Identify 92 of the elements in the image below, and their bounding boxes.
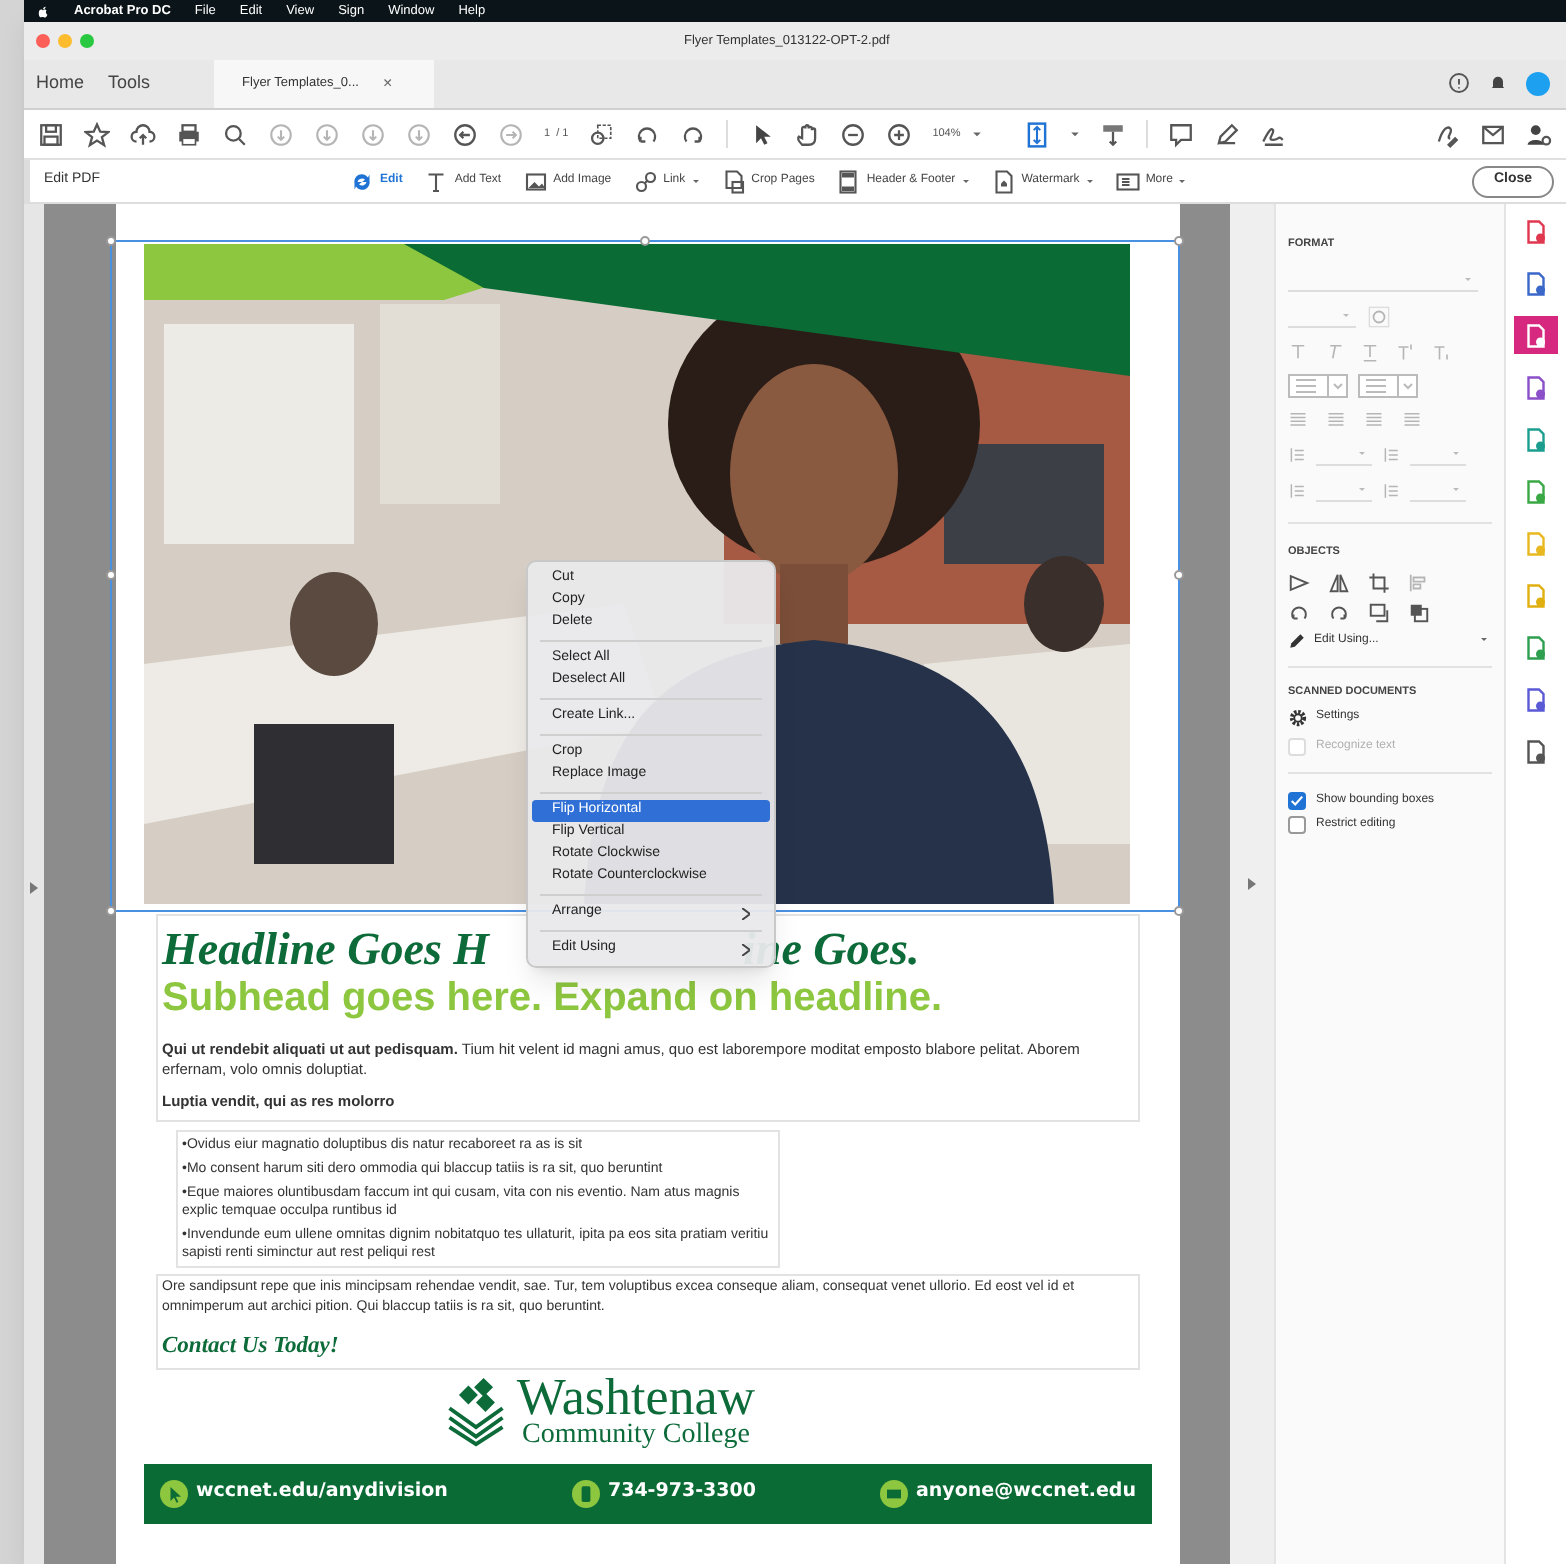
resize-handle[interactable] [1174, 570, 1184, 580]
headline: Headline Goes H [162, 922, 490, 978]
line-spacing-icon[interactable] [1288, 445, 1306, 464]
resize-handle[interactable] [1174, 236, 1184, 246]
collapse-arrow-icon[interactable] [1248, 878, 1256, 890]
caret-icon[interactable] [1070, 129, 1081, 139]
close-window-button[interactable] [36, 34, 50, 48]
previous-page-icon[interactable] [452, 121, 478, 147]
text-format-icon[interactable] [1324, 342, 1344, 363]
checkbox[interactable] [1288, 791, 1306, 810]
scroll-mode-icon[interactable] [1100, 121, 1127, 147]
logo-wordmark: Washtenaw [516, 1372, 756, 1424]
mail-icon[interactable] [1480, 121, 1506, 147]
align-icon[interactable] [1326, 410, 1346, 431]
hand-icon[interactable] [794, 121, 821, 147]
tool-button[interactable] [1514, 316, 1558, 354]
comment-icon[interactable] [1168, 121, 1195, 147]
align-objects-icon[interactable] [1408, 571, 1430, 593]
contact-text: 734-973-3300 [607, 1478, 756, 1507]
image-icon [523, 169, 548, 193]
list-icon[interactable] [1288, 374, 1348, 399]
save-icon[interactable] [38, 121, 64, 147]
apple-icon[interactable] [36, 3, 50, 19]
text-format-icon[interactable] [1288, 342, 1308, 363]
header-footer-icon [836, 169, 861, 193]
arrow-circle-icon[interactable] [406, 121, 432, 147]
upload-icon[interactable] [130, 121, 156, 147]
close-tab-button[interactable]: × [382, 71, 393, 95]
font-scale-icon[interactable] [1288, 481, 1306, 500]
pencil-icon [1288, 631, 1306, 649]
phone-icon [571, 1479, 600, 1507]
resize-handle[interactable] [106, 906, 116, 916]
caret-icon[interactable] [972, 129, 983, 139]
fill-sign-icon[interactable] [1434, 121, 1460, 147]
subhead: Subhead goes here. Expand on headline. [162, 974, 945, 1022]
edit-icon [350, 169, 374, 193]
list-icon[interactable] [1358, 374, 1418, 399]
envelope-icon [879, 1479, 908, 1507]
fit-page-icon[interactable] [1024, 121, 1051, 147]
align-icon[interactable] [1402, 410, 1422, 431]
more-icon [1115, 169, 1140, 193]
align-icon[interactable] [1364, 410, 1384, 431]
share-icon[interactable] [1526, 121, 1552, 147]
text-icon [424, 169, 449, 193]
rotate-left-icon[interactable] [634, 121, 661, 147]
contact-text: anyone@wccnet.edu [915, 1478, 1136, 1507]
text-format-icon[interactable] [1396, 342, 1416, 363]
expand-arrow-icon[interactable] [30, 882, 38, 894]
logo-subtitle: Community College [522, 1422, 750, 1450]
align-icon[interactable] [1288, 410, 1308, 431]
gear-icon [1288, 707, 1308, 728]
document-icon [1524, 323, 1548, 347]
char-spacing-icon[interactable] [1382, 481, 1400, 500]
zoom-button[interactable] [80, 34, 94, 48]
pen-icon[interactable] [1214, 121, 1241, 147]
caret-icon [1480, 636, 1488, 644]
text-format-icon[interactable] [1360, 342, 1380, 363]
resize-handle[interactable] [106, 236, 116, 246]
cursor-icon [160, 1479, 188, 1507]
resize-handle[interactable] [640, 236, 650, 246]
zoom-in-icon[interactable] [886, 121, 913, 147]
watermark-icon [991, 169, 1016, 193]
avatar[interactable] [1526, 71, 1550, 95]
rotate-right-icon[interactable] [680, 121, 707, 147]
next-page-icon[interactable] [498, 121, 524, 147]
contact-heading: Contact Us Today! [162, 1332, 341, 1363]
link-icon [633, 169, 658, 193]
print-icon[interactable] [176, 121, 202, 147]
rotate-right-icon[interactable] [1328, 601, 1350, 623]
replace-image-icon[interactable] [1368, 601, 1390, 623]
select-area-icon[interactable] [588, 121, 615, 147]
crop-page-icon [721, 169, 746, 193]
info-icon[interactable] [1368, 305, 1390, 328]
arrow-circle-icon[interactable] [268, 121, 294, 147]
resize-handle[interactable] [106, 570, 116, 580]
arrow-circle-icon[interactable] [360, 121, 386, 147]
tab[interactable]: Tools [96, 58, 163, 108]
resize-handle[interactable] [1174, 906, 1184, 916]
arrow-circle-icon[interactable] [314, 121, 340, 147]
checkbox[interactable] [1288, 815, 1306, 834]
help-icon[interactable] [1448, 72, 1470, 94]
check-icon [1290, 793, 1304, 808]
crop-icon[interactable] [1368, 571, 1390, 593]
text-format-icon[interactable] [1432, 342, 1452, 363]
paragraph-spacing-icon[interactable] [1382, 445, 1400, 464]
bell-icon[interactable] [1488, 72, 1508, 94]
contact-text: wccnet.edu/anydivision [196, 1478, 448, 1507]
flip-horizontal-icon[interactable] [1328, 571, 1350, 593]
tab[interactable]: Home [24, 58, 97, 108]
star-icon[interactable] [84, 121, 110, 147]
rotate-left-icon[interactable] [1288, 601, 1310, 623]
arrange-icon[interactable] [1408, 601, 1430, 623]
